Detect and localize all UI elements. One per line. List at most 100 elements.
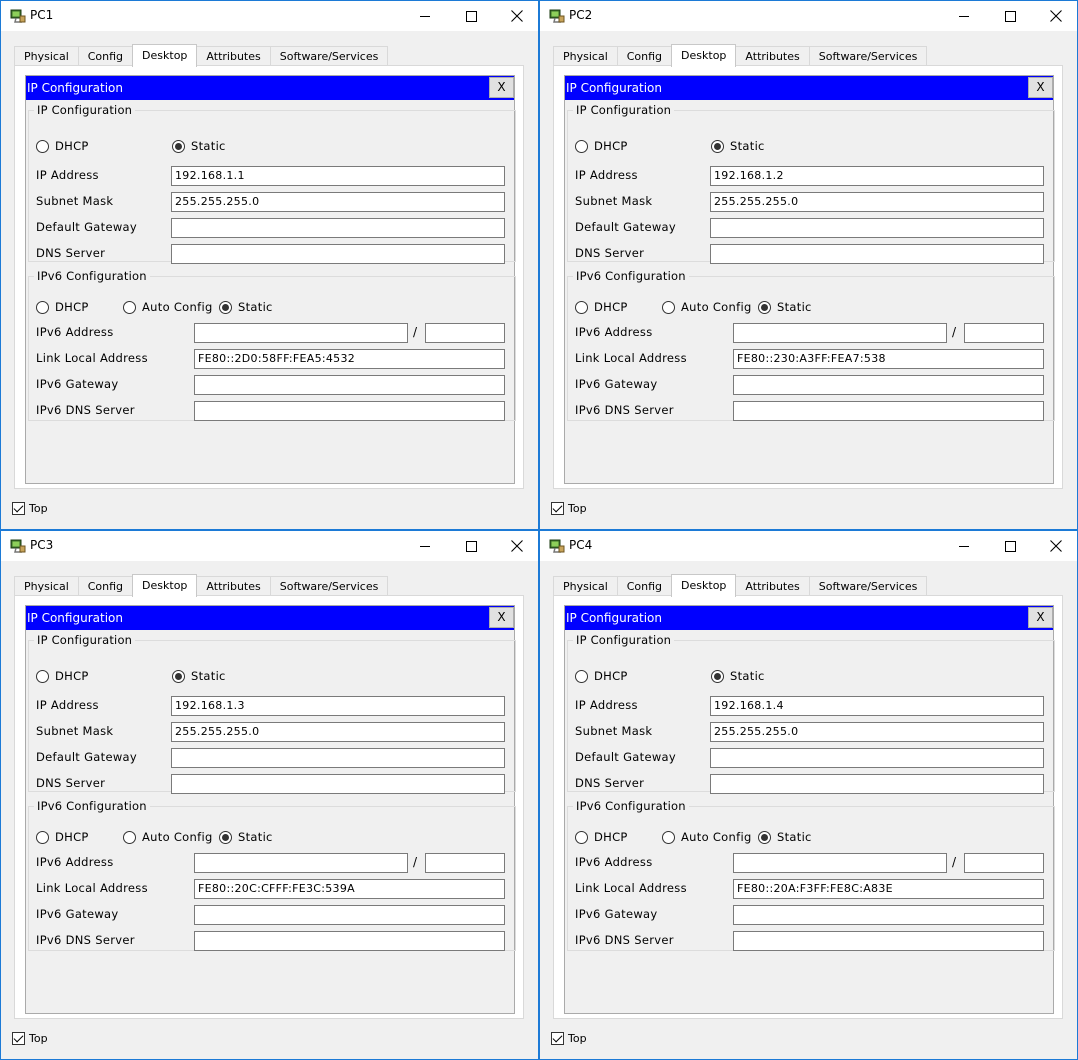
tab-software-services[interactable]: Software/Services <box>808 46 928 66</box>
top-checkbox[interactable]: Top <box>12 502 48 515</box>
tab-config[interactable]: Config <box>616 46 673 66</box>
close-window-button[interactable] <box>1033 1 1077 31</box>
window-titlebar[interactable]: PC2 <box>540 1 1077 31</box>
default-gateway-input[interactable] <box>710 218 1044 238</box>
ipv4-static-radio[interactable]: Static <box>172 669 226 683</box>
ipv4-dhcp-radio[interactable]: DHCP <box>575 669 628 683</box>
ipv6-dns-server-input[interactable] <box>194 401 505 421</box>
close-window-button[interactable] <box>494 531 538 561</box>
ipv6-gateway-input[interactable] <box>733 375 1044 395</box>
ipv4-dhcp-radio[interactable]: DHCP <box>575 139 628 153</box>
tab-physical[interactable]: Physical <box>553 46 618 66</box>
tab-physical[interactable]: Physical <box>553 576 618 596</box>
close-window-button[interactable] <box>494 1 538 31</box>
dns-server-input[interactable] <box>171 244 505 264</box>
minimize-button[interactable] <box>402 1 448 31</box>
ipv6-address-input[interactable] <box>194 323 408 343</box>
ipv6-dhcp-radio[interactable]: DHCP <box>36 300 89 314</box>
dns-server-input[interactable] <box>710 774 1044 794</box>
link-local-address-input[interactable]: FE80::230:A3FF:FEA7:538 <box>733 349 1044 369</box>
ipv4-static-radio[interactable]: Static <box>711 139 765 153</box>
tab-software-services[interactable]: Software/Services <box>808 576 928 596</box>
ipv6-address-input[interactable] <box>733 323 947 343</box>
maximize-button[interactable] <box>448 531 494 561</box>
panel-close-button[interactable]: X <box>1028 607 1053 628</box>
ipv6-static-radio[interactable]: Static <box>758 830 812 844</box>
tab-config[interactable]: Config <box>77 576 134 596</box>
ip-address-input[interactable]: 192.168.1.2 <box>710 166 1044 186</box>
tab-config[interactable]: Config <box>616 576 673 596</box>
maximize-button[interactable] <box>448 1 494 31</box>
tab-desktop[interactable]: Desktop <box>132 44 198 67</box>
window-titlebar[interactable]: PC4 <box>540 531 1077 561</box>
tab-desktop[interactable]: Desktop <box>671 44 737 67</box>
ipv6-gateway-input[interactable] <box>733 905 1044 925</box>
tab-desktop[interactable]: Desktop <box>671 574 737 597</box>
ipv6-address-input[interactable] <box>733 853 947 873</box>
maximize-button[interactable] <box>987 1 1033 31</box>
minimize-button[interactable] <box>941 531 987 561</box>
link-local-address-input[interactable]: FE80::20A:F3FF:FE8C:A83E <box>733 879 1044 899</box>
tab-software-services[interactable]: Software/Services <box>269 576 389 596</box>
ipv6-auto-config-radio[interactable]: Auto Config <box>662 300 752 314</box>
ipv6-static-radio[interactable]: Static <box>219 300 273 314</box>
tab-attributes[interactable]: Attributes <box>735 46 810 66</box>
minimize-button[interactable] <box>402 531 448 561</box>
tab-software-services[interactable]: Software/Services <box>269 46 389 66</box>
ipv6-auto-config-radio[interactable]: Auto Config <box>123 300 213 314</box>
subnet-mask-input[interactable]: 255.255.255.0 <box>710 192 1044 212</box>
link-local-address-input[interactable]: FE80::20C:CFFF:FE3C:539A <box>194 879 505 899</box>
ipv6-gateway-input[interactable] <box>194 905 505 925</box>
dns-server-input[interactable] <box>171 774 505 794</box>
subnet-mask-input[interactable]: 255.255.255.0 <box>171 192 505 212</box>
top-checkbox[interactable]: Top <box>551 502 587 515</box>
panel-close-button[interactable]: X <box>1028 77 1053 98</box>
tab-attributes[interactable]: Attributes <box>196 46 271 66</box>
ipv6-prefix-input[interactable] <box>964 323 1044 343</box>
ipv6-prefix-input[interactable] <box>964 853 1044 873</box>
tab-physical[interactable]: Physical <box>14 576 79 596</box>
ip-address-input[interactable]: 192.168.1.1 <box>171 166 505 186</box>
close-window-button[interactable] <box>1033 531 1077 561</box>
panel-close-button[interactable]: X <box>489 607 514 628</box>
default-gateway-input[interactable] <box>710 748 1044 768</box>
ipv6-gateway-input[interactable] <box>194 375 505 395</box>
dns-server-input[interactable] <box>710 244 1044 264</box>
subnet-mask-input[interactable]: 255.255.255.0 <box>171 722 505 742</box>
ipv6-static-radio[interactable]: Static <box>219 830 273 844</box>
ipv6-dhcp-radio[interactable]: DHCP <box>36 830 89 844</box>
maximize-button[interactable] <box>987 531 1033 561</box>
top-checkbox[interactable]: Top <box>551 1032 587 1045</box>
ipv6-static-radio[interactable]: Static <box>758 300 812 314</box>
ipv6-address-input[interactable] <box>194 853 408 873</box>
top-checkbox[interactable]: Top <box>12 1032 48 1045</box>
window-titlebar[interactable]: PC1 <box>1 1 538 31</box>
window-titlebar[interactable]: PC3 <box>1 531 538 561</box>
tab-desktop[interactable]: Desktop <box>132 574 198 597</box>
tab-attributes[interactable]: Attributes <box>196 576 271 596</box>
ipv6-dns-server-input[interactable] <box>194 931 505 951</box>
ipv6-auto-config-radio[interactable]: Auto Config <box>662 830 752 844</box>
ipv6-prefix-input[interactable] <box>425 853 505 873</box>
panel-close-button[interactable]: X <box>489 77 514 98</box>
minimize-button[interactable] <box>941 1 987 31</box>
ipv6-dns-server-input[interactable] <box>733 401 1044 421</box>
ipv4-dhcp-radio[interactable]: DHCP <box>36 139 89 153</box>
ipv6-dns-server-input[interactable] <box>733 931 1044 951</box>
ipv4-static-radio[interactable]: Static <box>172 139 226 153</box>
ip-address-input[interactable]: 192.168.1.4 <box>710 696 1044 716</box>
ipv6-dhcp-radio[interactable]: DHCP <box>575 300 628 314</box>
ipv6-dhcp-radio[interactable]: DHCP <box>575 830 628 844</box>
default-gateway-input[interactable] <box>171 748 505 768</box>
tab-physical[interactable]: Physical <box>14 46 79 66</box>
ipv6-prefix-input[interactable] <box>425 323 505 343</box>
ip-address-input[interactable]: 192.168.1.3 <box>171 696 505 716</box>
ipv4-static-radio[interactable]: Static <box>711 669 765 683</box>
ipv4-dhcp-radio[interactable]: DHCP <box>36 669 89 683</box>
subnet-mask-input[interactable]: 255.255.255.0 <box>710 722 1044 742</box>
tab-config[interactable]: Config <box>77 46 134 66</box>
default-gateway-input[interactable] <box>171 218 505 238</box>
link-local-address-input[interactable]: FE80::2D0:58FF:FEA5:4532 <box>194 349 505 369</box>
ipv6-auto-config-radio[interactable]: Auto Config <box>123 830 213 844</box>
tab-attributes[interactable]: Attributes <box>735 576 810 596</box>
